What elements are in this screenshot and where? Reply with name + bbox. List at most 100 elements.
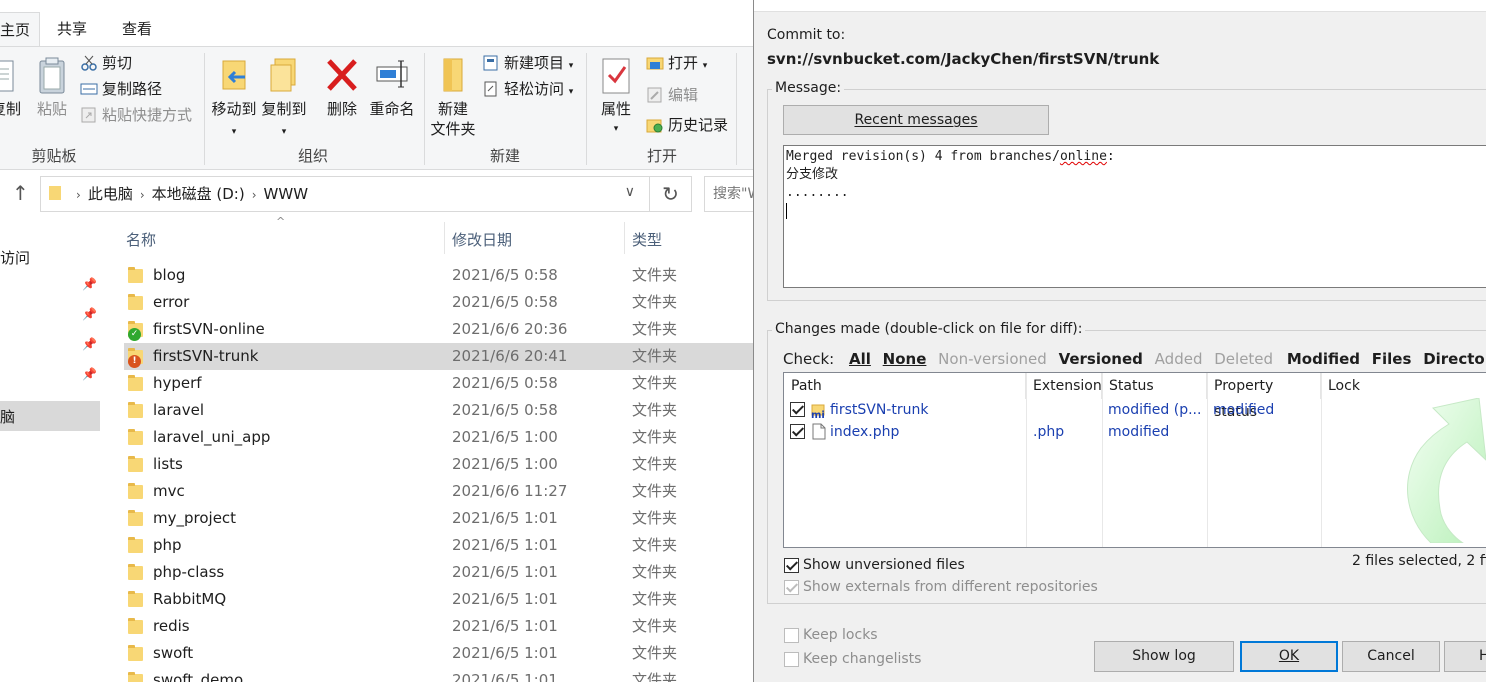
breadcrumb-this-pc[interactable]: 此电脑 — [88, 185, 133, 203]
file-row[interactable]: lists 2021/6/5 1:00 文件夹 — [124, 451, 753, 478]
column-header-name[interactable]: 名称 — [126, 229, 156, 250]
column-header-property-status[interactable]: Property status — [1207, 373, 1321, 420]
recent-messages-button[interactable]: Recent messages — [783, 105, 1049, 135]
copy-path-button[interactable]: 复制路径 — [80, 77, 162, 101]
folder-icon — [128, 510, 144, 526]
item-checkbox[interactable] — [790, 424, 805, 439]
file-row[interactable]: my_project 2021/6/5 1:01 文件夹 — [124, 505, 753, 532]
keep-locks-checkbox[interactable] — [784, 628, 799, 643]
column-divider[interactable] — [444, 222, 445, 254]
check-non-versioned-link[interactable]: Non-versioned — [938, 350, 1047, 368]
file-row[interactable]: RabbitMQ 2021/6/5 1:01 文件夹 — [124, 586, 753, 613]
check-files-link[interactable]: Files — [1372, 350, 1412, 368]
file-type: 文件夹 — [632, 671, 678, 682]
show-unversioned-checkbox[interactable] — [784, 558, 799, 573]
file-row[interactable]: error 2021/6/5 0:58 文件夹 — [124, 289, 753, 316]
file-row[interactable]: blog 2021/6/5 0:58 文件夹 — [124, 262, 753, 289]
tab-home[interactable]: 主页 — [0, 12, 40, 46]
tab-view[interactable]: 查看 — [113, 12, 161, 46]
show-externals-checkbox[interactable] — [784, 580, 799, 595]
file-date: 2021/6/5 0:58 — [452, 374, 558, 392]
column-header-lock[interactable]: Lock — [1321, 373, 1486, 399]
item-checkbox[interactable] — [790, 402, 805, 417]
column-header-type[interactable]: 类型 — [632, 229, 662, 250]
help-button[interactable]: H — [1444, 641, 1486, 672]
file-row[interactable]: laravel 2021/6/5 0:58 文件夹 — [124, 397, 753, 424]
ok-button[interactable]: OK — [1240, 641, 1338, 672]
show-log-button[interactable]: Show log — [1094, 641, 1234, 672]
file-row[interactable]: laravel_uni_app 2021/6/5 1:00 文件夹 — [124, 424, 753, 451]
chevron-down-icon[interactable]: ∨ — [625, 184, 635, 200]
check-versioned-link[interactable]: Versioned — [1059, 350, 1143, 368]
message-misspelled-word: online — [1059, 149, 1107, 164]
breadcrumb-www[interactable]: WWW — [264, 185, 309, 203]
new-folder-icon — [434, 55, 472, 97]
folder-icon — [128, 375, 144, 391]
delete-button[interactable]: 删除 — [322, 55, 362, 119]
keep-changelists-checkbox[interactable] — [784, 652, 799, 667]
new-folder-button[interactable]: 新建 文件夹 — [428, 55, 478, 139]
file-row[interactable]: ! firstSVN-trunk 2021/6/6 20:41 文件夹 — [124, 343, 753, 370]
rename-button[interactable]: 重命名 — [366, 55, 418, 119]
file-row[interactable]: swoft 2021/6/5 1:01 文件夹 — [124, 640, 753, 667]
new-item-button[interactable]: 新建项目 ▾ — [482, 51, 573, 75]
file-row[interactable]: redis 2021/6/5 1:01 文件夹 — [124, 613, 753, 640]
edit-button[interactable]: 编辑 — [646, 83, 698, 107]
check-all-link[interactable]: All — [849, 350, 871, 368]
copy-button[interactable]: 复制 — [0, 55, 26, 119]
paste-button[interactable]: 粘贴 — [32, 55, 72, 119]
commit-to-label: Commit to: — [767, 27, 846, 43]
check-deleted-link[interactable]: Deleted — [1214, 350, 1273, 368]
up-arrow-icon[interactable]: ↑ — [12, 181, 29, 205]
file-date: 2021/6/5 0:58 — [452, 266, 558, 284]
file-type: 文件夹 — [632, 347, 678, 365]
check-added-link[interactable]: Added — [1155, 350, 1203, 368]
delete-x-icon — [323, 55, 361, 97]
svn-normal-badge-icon: ✓ — [128, 328, 141, 341]
nav-this-pc[interactable]: 脑 — [0, 401, 100, 431]
paste-shortcut-button[interactable]: 粘贴快捷方式 — [80, 103, 192, 127]
folder-shape — [128, 267, 143, 283]
address-bar[interactable]: › 此电脑 › 本地磁盘 (D:) › WWW ∨ — [40, 176, 650, 212]
file-row[interactable]: swoft_demo 2021/6/5 1:01 文件夹 — [124, 667, 753, 682]
file-row[interactable]: php-class 2021/6/5 1:01 文件夹 — [124, 559, 753, 586]
column-header-extension[interactable]: Extension — [1026, 373, 1102, 399]
cancel-button[interactable]: Cancel — [1342, 641, 1440, 672]
column-header-status[interactable]: Status — [1102, 373, 1207, 399]
cut-label: 剪切 — [102, 54, 133, 72]
file-name: php-class — [153, 563, 225, 581]
commit-message-textarea[interactable]: Merged revision(s) 4 from branches/onlin… — [783, 145, 1486, 288]
easy-access-button[interactable]: 轻松访问 ▾ — [482, 77, 573, 101]
history-button[interactable]: 历史记录 — [646, 113, 728, 137]
column-header-date[interactable]: 修改日期 — [452, 229, 512, 250]
check-directories-link[interactable]: Directories — [1423, 350, 1486, 368]
column-header-path[interactable]: Path — [784, 373, 1026, 399]
easy-access-label: 轻松访问 — [504, 80, 565, 98]
file-row[interactable]: ✓ firstSVN-online 2021/6/6 20:36 文件夹 — [124, 316, 753, 343]
svn-modified-badge-icon: ! — [128, 355, 141, 368]
move-to-button[interactable]: 移动到 ▾ — [210, 55, 258, 142]
file-name: blog — [153, 266, 186, 284]
breadcrumb-drive-d[interactable]: 本地磁盘 (D:) — [152, 185, 245, 203]
file-row[interactable]: hyperf 2021/6/5 0:58 文件夹 — [124, 370, 753, 397]
folder-shape — [128, 537, 143, 553]
file-row[interactable]: php 2021/6/5 1:01 文件夹 — [124, 532, 753, 559]
refresh-icon[interactable]: ↻ — [650, 176, 692, 212]
search-input[interactable]: 搜索"WWW" — [704, 176, 753, 212]
nav-quick-access[interactable]: 访问 — [0, 247, 30, 268]
column-divider[interactable] — [624, 222, 625, 254]
file-type: 文件夹 — [632, 509, 678, 527]
properties-button[interactable]: 属性 ▾ — [594, 55, 638, 139]
copy-label: 复制 — [0, 100, 21, 118]
cut-button[interactable]: 剪切 — [80, 51, 132, 75]
item-path: firstSVN-trunk — [830, 402, 929, 418]
file-date: 2021/6/5 0:58 — [452, 401, 558, 419]
check-modified-link[interactable]: Modified — [1287, 350, 1360, 368]
copy-to-button[interactable]: 复制到 ▾ — [260, 55, 308, 142]
check-none-link[interactable]: None — [883, 350, 927, 368]
tab-share[interactable]: 共享 — [48, 12, 96, 46]
move-to-icon — [215, 55, 253, 97]
file-type: 文件夹 — [632, 482, 678, 500]
file-row[interactable]: mvc 2021/6/6 11:27 文件夹 — [124, 478, 753, 505]
open-button[interactable]: 打开 ▾ — [646, 51, 707, 75]
